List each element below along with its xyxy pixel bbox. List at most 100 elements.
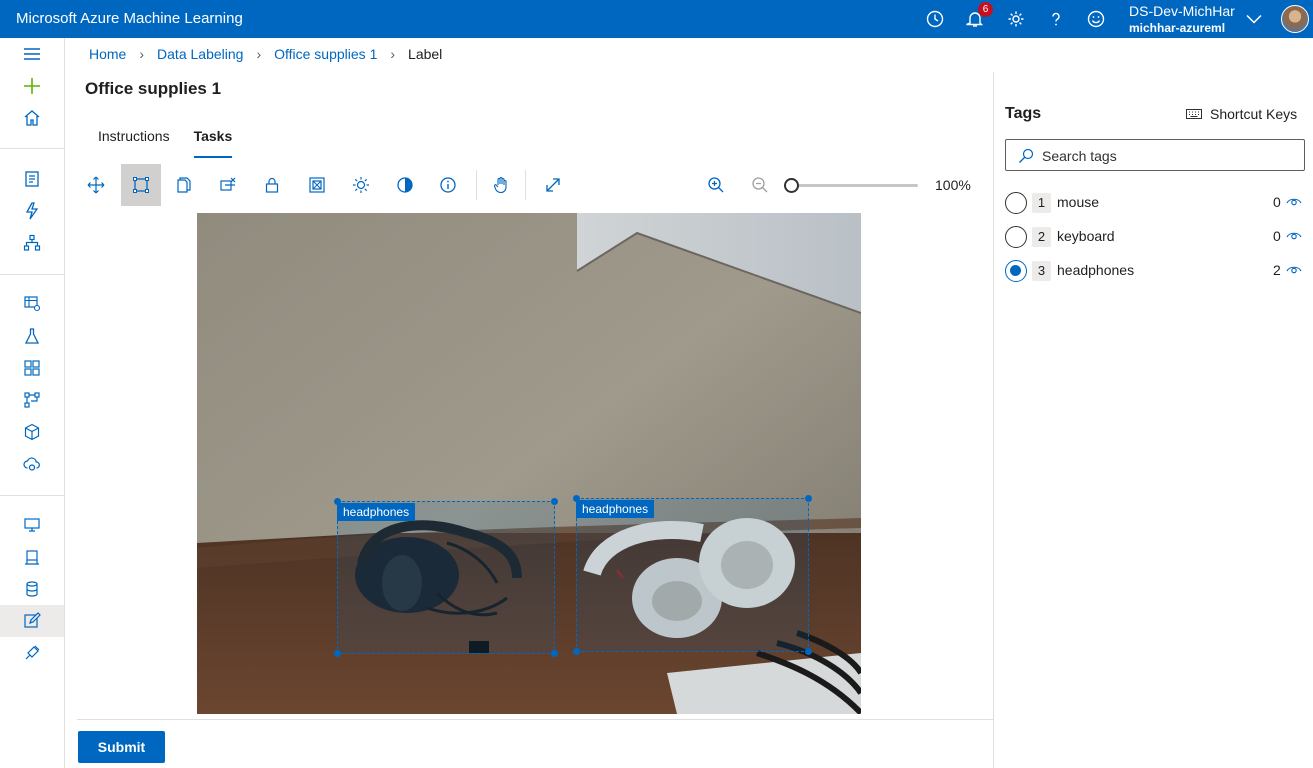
tag-shortcut-key: 3 (1032, 261, 1051, 281)
breadcrumb-home[interactable]: Home (89, 46, 126, 62)
eye-icon[interactable] (1286, 195, 1302, 207)
clock-icon[interactable] (924, 8, 946, 30)
tag-shortcut-key: 1 (1032, 193, 1051, 213)
automated-ml-icon[interactable] (21, 200, 43, 222)
datastores-icon[interactable] (21, 547, 43, 569)
help-icon[interactable] (1045, 8, 1067, 30)
tag-radio[interactable] (1005, 192, 1027, 214)
rail-divider (0, 148, 64, 149)
database-icon[interactable] (21, 578, 43, 600)
create-new-icon[interactable] (21, 75, 43, 97)
zoom-out-icon (751, 176, 769, 194)
regions-icon (308, 176, 326, 194)
move-tool-button[interactable] (76, 164, 116, 206)
shortcut-keys-button[interactable]: Shortcut Keys (1186, 106, 1297, 122)
zoom-percentage: 100% (935, 177, 971, 193)
chevron-down-icon[interactable] (1243, 8, 1265, 30)
submit-button[interactable]: Submit (78, 731, 165, 763)
gear-icon[interactable] (1005, 8, 1027, 30)
account-info[interactable]: DS-Dev-MichHar michhar-azureml (1129, 3, 1235, 36)
zoom-slider-thumb[interactable] (784, 178, 799, 193)
cloud-endpoints-icon[interactable] (21, 453, 43, 475)
notebooks-icon[interactable] (21, 168, 43, 190)
breadcrumb-current: Label (408, 46, 443, 62)
rectangle-tool-button[interactable] (121, 164, 161, 206)
resize-handle[interactable] (573, 648, 580, 655)
clear-boxes-button[interactable] (208, 164, 248, 206)
contrast-tool-button[interactable] (385, 164, 425, 206)
fit-to-screen-button[interactable] (533, 164, 573, 206)
tag-name: keyboard (1057, 228, 1115, 244)
hamburger-menu-icon[interactable] (21, 43, 43, 65)
rail-divider (0, 495, 64, 496)
contrast-icon (396, 176, 414, 194)
compute-icon[interactable] (21, 514, 43, 536)
app-title[interactable]: Microsoft Azure Machine Learning (16, 10, 243, 27)
copy-tool-button[interactable] (164, 164, 204, 206)
data-labeling-icon[interactable] (21, 610, 43, 632)
pipelines-icon[interactable] (21, 357, 43, 379)
shortcut-keys-label: Shortcut Keys (1210, 106, 1298, 122)
tag-row-keyboard[interactable]: 2 keyboard 0 (1005, 225, 1305, 249)
chevron-right-icon: › (390, 46, 396, 62)
clear-boxes-icon (219, 176, 237, 194)
info-tool-button[interactable] (428, 164, 468, 206)
pan-hand-icon (492, 176, 510, 194)
workspace-name: michhar-azureml (1129, 21, 1226, 35)
zoom-in-icon (707, 176, 725, 194)
zoom-in-button[interactable] (696, 164, 736, 206)
resize-handle[interactable] (551, 650, 558, 657)
experiments-icon[interactable] (21, 325, 43, 347)
zoom-slider-track (790, 184, 918, 187)
brightness-icon (352, 176, 370, 194)
models-icon[interactable] (21, 421, 43, 443)
lock-tool-button[interactable] (252, 164, 292, 206)
search-icon (1018, 148, 1034, 164)
endpoints-flow-icon[interactable] (21, 389, 43, 411)
tag-radio[interactable] (1005, 226, 1027, 248)
breadcrumb-project[interactable]: Office supplies 1 (274, 46, 377, 62)
datasets-icon[interactable] (21, 292, 43, 314)
lock-icon (263, 176, 281, 194)
breadcrumb-data-labeling[interactable]: Data Labeling (157, 46, 243, 62)
linked-services-icon[interactable] (21, 642, 43, 664)
tab-tasks[interactable]: Tasks (182, 127, 245, 158)
tag-row-headphones[interactable]: 3 headphones 2 (1005, 259, 1305, 283)
chevron-right-icon: › (256, 46, 262, 62)
tags-panel-title: Tags (1005, 105, 1042, 122)
tag-radio-selected[interactable] (1005, 260, 1027, 282)
tag-row-mouse[interactable]: 1 mouse 0 (1005, 191, 1305, 215)
avatar[interactable] (1281, 5, 1309, 33)
search-tags-box[interactable] (1005, 139, 1305, 171)
toolbar-divider (525, 170, 526, 200)
designer-icon[interactable] (21, 232, 43, 254)
zoom-slider[interactable] (784, 176, 920, 194)
tag-name: mouse (1057, 194, 1100, 210)
bounding-box[interactable] (573, 495, 812, 655)
eye-icon[interactable] (1286, 263, 1302, 275)
bounding-box-label: headphones (576, 500, 655, 518)
resize-handle[interactable] (334, 650, 341, 657)
feedback-smiley-icon[interactable] (1085, 8, 1107, 30)
pan-tool-button[interactable] (481, 164, 521, 206)
rail-divider (0, 274, 64, 275)
resize-handle[interactable] (805, 648, 812, 655)
labeling-image-canvas[interactable]: headphones headphones (197, 213, 861, 714)
home-icon[interactable] (21, 107, 43, 129)
footer-divider (77, 719, 993, 720)
brightness-tool-button[interactable] (341, 164, 381, 206)
resize-handle[interactable] (805, 495, 812, 502)
resize-handle[interactable] (551, 498, 558, 505)
left-nav-rail (0, 38, 65, 768)
eye-icon[interactable] (1286, 229, 1302, 241)
tag-count: 0 (1273, 228, 1281, 244)
fit-to-screen-icon (544, 176, 562, 194)
regions-tool-button[interactable] (297, 164, 337, 206)
search-tags-input[interactable] (1042, 146, 1292, 166)
tab-instructions[interactable]: Instructions (86, 127, 182, 158)
tag-name: headphones (1057, 262, 1135, 278)
bounding-box[interactable] (334, 498, 558, 657)
rectangle-select-icon (132, 176, 150, 194)
bounding-box-label: headphones (337, 503, 416, 521)
zoom-out-button[interactable] (740, 164, 780, 206)
